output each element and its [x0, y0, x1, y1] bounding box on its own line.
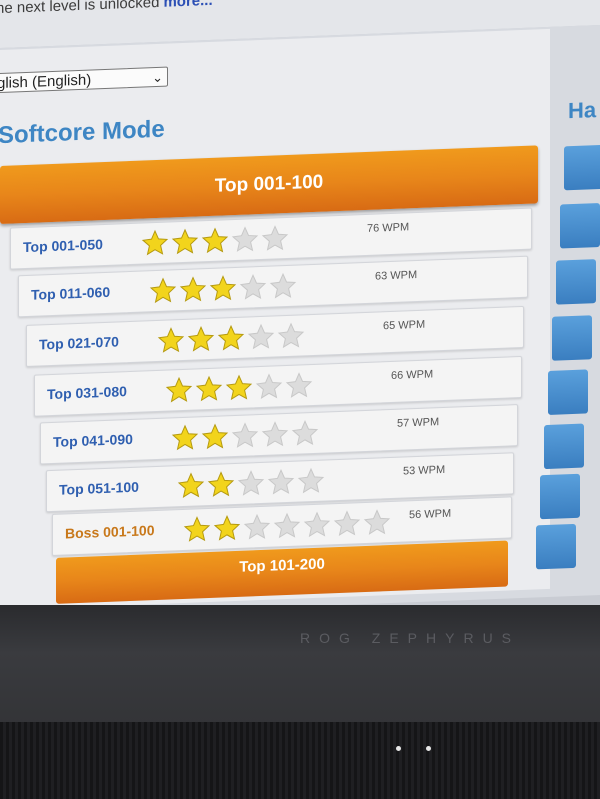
star-filled-icon [195, 375, 223, 402]
laptop-keyboard-grille [0, 722, 600, 799]
hardcore-level-button[interactable] [556, 259, 596, 305]
star-empty-icon [261, 421, 289, 447]
star-empty-icon [231, 422, 259, 448]
hardcore-level-button[interactable] [544, 423, 584, 470]
indicator-light [426, 746, 431, 751]
level-label: Top 001-050 [23, 236, 103, 256]
star-filled-icon [209, 275, 237, 301]
wpm-score: 56 WPM [409, 507, 452, 522]
hardcore-level-button[interactable] [552, 315, 592, 361]
level-label: Top 041-090 [53, 430, 133, 450]
star-empty-icon [277, 322, 305, 349]
more-link[interactable]: more... [163, 0, 212, 11]
star-filled-icon [201, 423, 229, 450]
laptop-brand-logo: ROG ZEPHYRUS [300, 630, 521, 646]
star-empty-icon [231, 226, 259, 252]
star-filled-icon [225, 374, 253, 401]
star-rating [149, 272, 299, 306]
wpm-score: 57 WPM [397, 416, 440, 430]
hardcore-level-button[interactable] [540, 473, 580, 520]
level-label: Boss 001-100 [65, 522, 155, 542]
wpm-score: 65 WPM [383, 318, 426, 333]
hardcore-mode-title: Ha [568, 97, 597, 124]
star-filled-icon [179, 276, 207, 302]
unlock-notice: he next level is unlocked more... [0, 0, 213, 17]
level-label: Top 011-060 [31, 283, 111, 303]
star-empty-icon [261, 225, 289, 251]
wpm-score: 53 WPM [403, 463, 446, 478]
star-filled-icon [183, 516, 211, 542]
star-filled-icon [157, 327, 185, 353]
star-rating [157, 321, 307, 355]
star-rating [183, 508, 393, 544]
star-empty-icon [239, 274, 267, 300]
star-rating [177, 466, 327, 500]
star-rating [171, 419, 321, 453]
star-rating [165, 371, 315, 405]
star-filled-icon [217, 324, 245, 351]
star-empty-icon [243, 513, 271, 540]
hardcore-level-button[interactable] [548, 369, 588, 415]
star-filled-icon [213, 515, 241, 541]
unlock-notice-text: he next level is unlocked [0, 0, 160, 18]
level-label: Top 051-100 [59, 478, 139, 498]
star-empty-icon [285, 372, 313, 398]
star-empty-icon [273, 512, 301, 539]
star-filled-icon [201, 227, 229, 254]
star-empty-icon [269, 272, 297, 299]
star-empty-icon [247, 323, 275, 350]
level-label: Top 021-070 [39, 333, 119, 353]
star-filled-icon [165, 376, 193, 403]
wpm-score: 76 WPM [367, 221, 410, 235]
chevron-down-icon: ⌄ [152, 69, 163, 86]
star-filled-icon [171, 424, 199, 451]
web-page: he next level is unlocked more... glish (… [0, 0, 600, 612]
indicator-light [396, 746, 401, 751]
star-empty-icon [237, 470, 265, 496]
star-empty-icon [303, 511, 331, 538]
star-empty-icon [291, 420, 319, 446]
star-filled-icon [149, 277, 177, 304]
hardcore-level-button[interactable] [564, 144, 600, 191]
star-empty-icon [333, 510, 361, 537]
hardcore-level-button[interactable] [560, 202, 600, 249]
star-empty-icon [363, 509, 391, 535]
star-empty-icon [297, 467, 325, 494]
star-filled-icon [207, 471, 235, 497]
star-filled-icon [177, 472, 205, 498]
star-filled-icon [171, 228, 199, 255]
laptop-bezel [0, 605, 600, 725]
language-select-value: glish (English) [0, 71, 92, 93]
star-rating [141, 224, 291, 258]
wpm-score: 63 WPM [375, 268, 418, 283]
star-filled-icon [141, 229, 169, 256]
star-empty-icon [255, 373, 283, 399]
level-label: Top 031-080 [47, 383, 127, 403]
laptop-screen: he next level is unlocked more... glish (… [0, 0, 600, 612]
star-empty-icon [267, 468, 295, 495]
hardcore-level-button[interactable] [536, 523, 576, 570]
star-filled-icon [187, 326, 215, 352]
wpm-score: 66 WPM [391, 368, 434, 382]
